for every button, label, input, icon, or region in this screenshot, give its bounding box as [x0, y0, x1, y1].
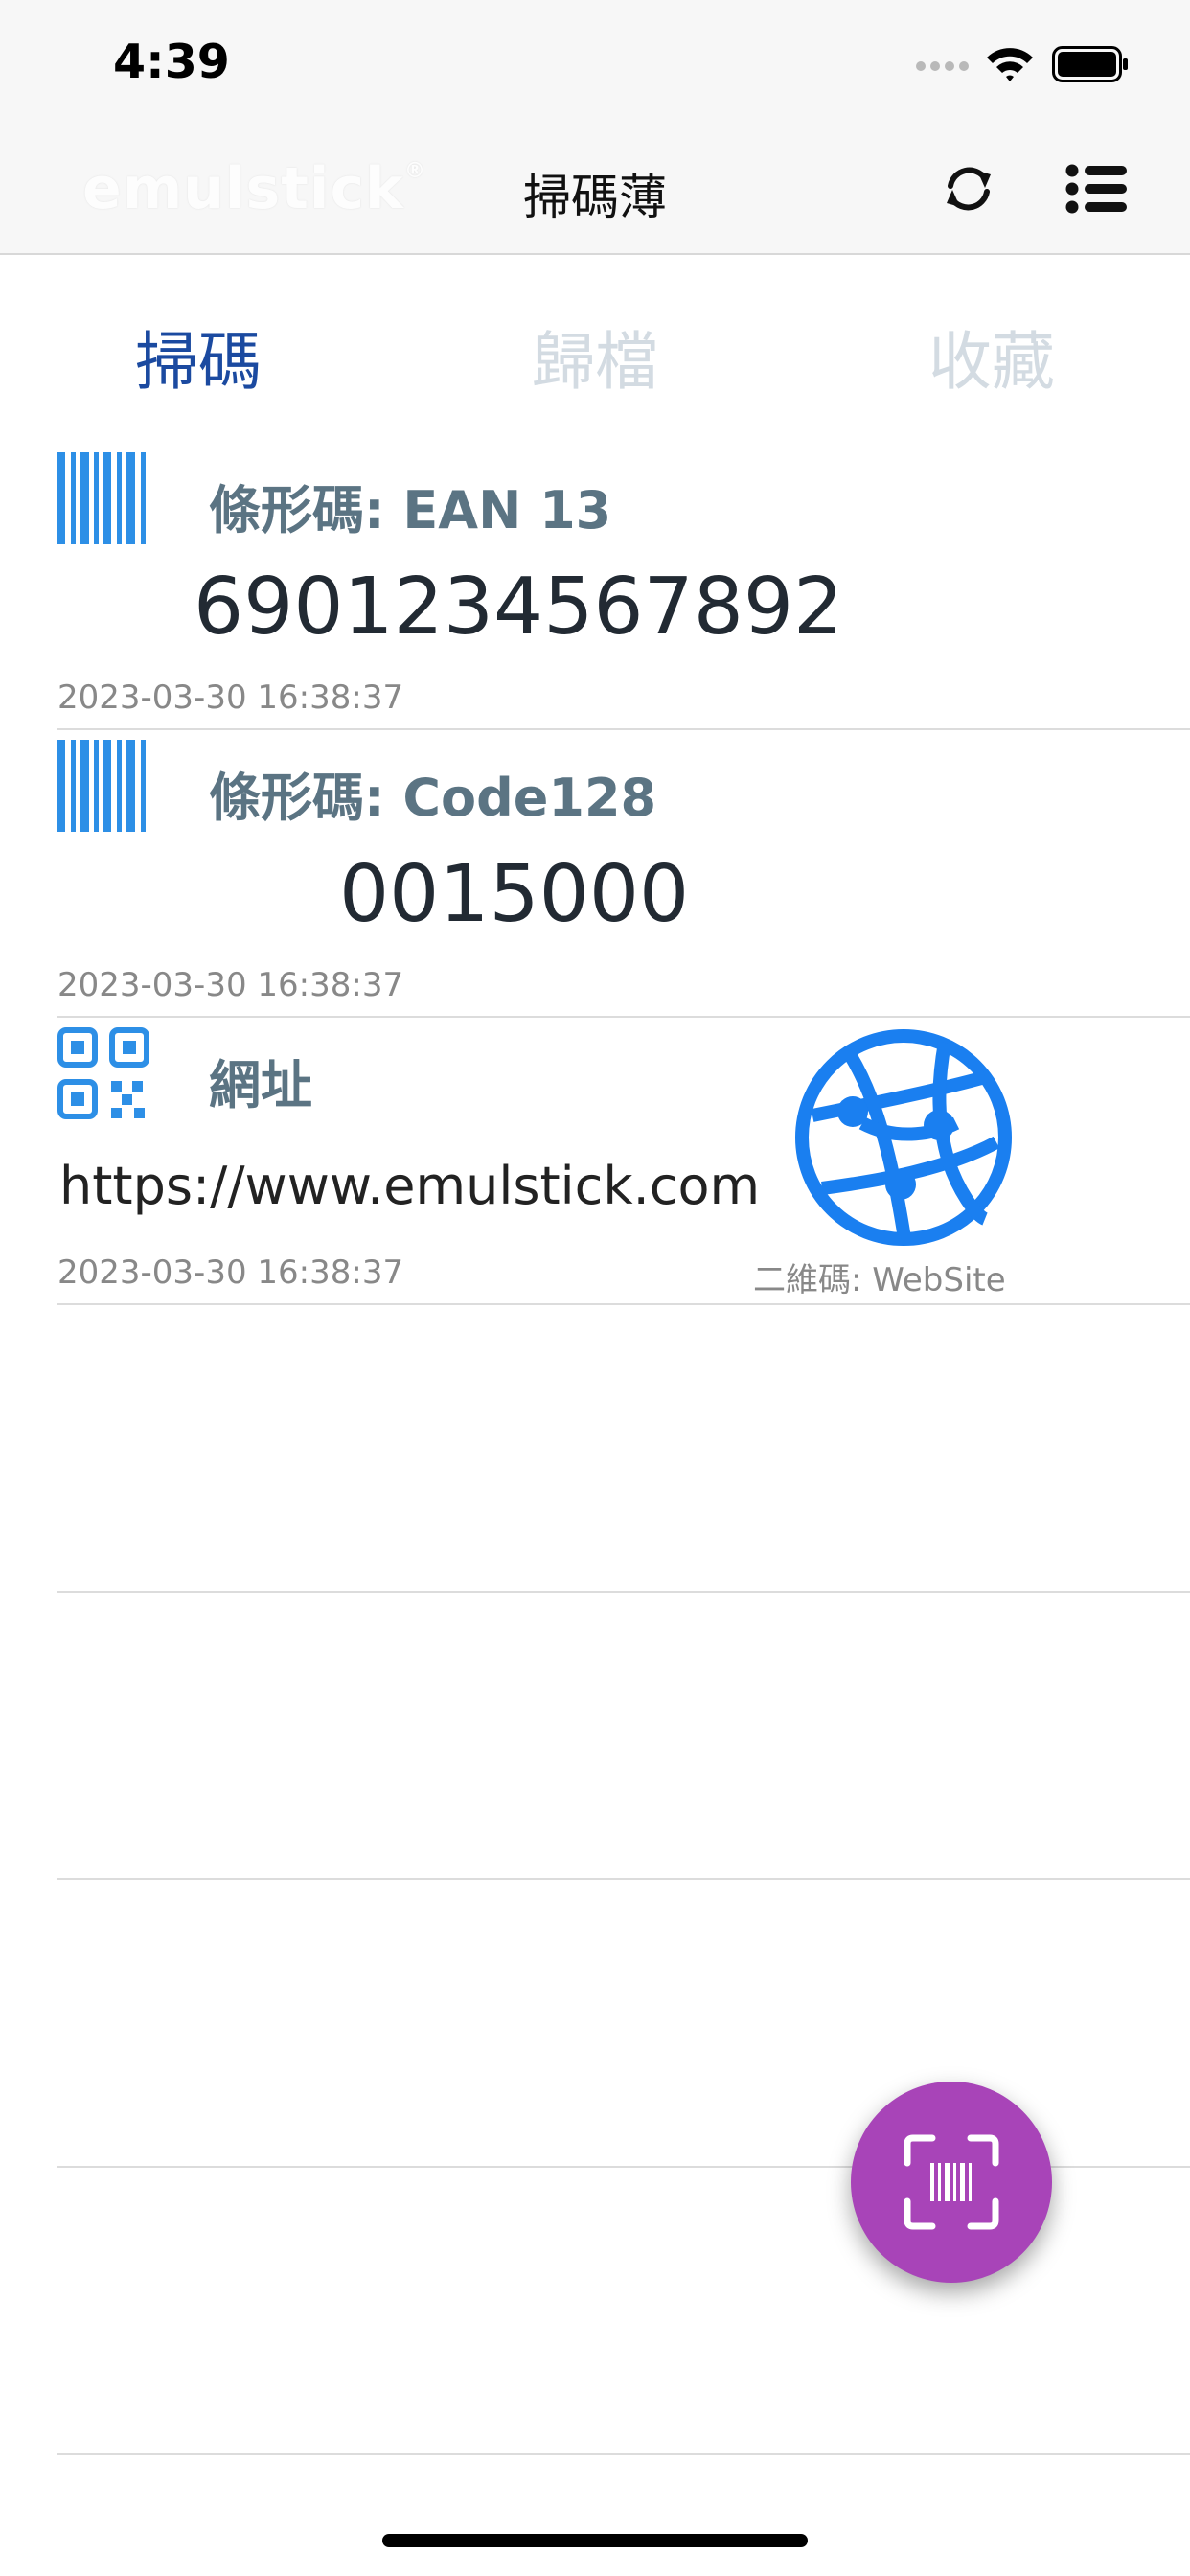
- scan-timestamp: 2023-03-30 16:38:37: [57, 1254, 404, 1292]
- scan-timestamp: 2023-03-30 16:38:37: [57, 678, 404, 717]
- scan-button[interactable]: [851, 2082, 1052, 2283]
- home-indicator: [382, 2534, 808, 2547]
- code-value[interactable]: https://www.emulstick.com: [59, 1156, 760, 1216]
- code-value: 6901234567892: [194, 562, 844, 653]
- code-type-label: 網址: [209, 1055, 312, 1116]
- status-time: 4:39: [113, 34, 230, 89]
- tab-scan[interactable]: 掃碼: [0, 310, 397, 402]
- list-item[interactable]: 條形碼: Code128 0015000 2023-03-30 16:38:37: [57, 730, 1190, 1018]
- navigation-bar: 4:39 emulstick® 掃碼薄: [0, 0, 1190, 255]
- qr-type-label: 二維碼: WebSite: [753, 1261, 1006, 1300]
- code-value: 0015000: [339, 849, 690, 940]
- scan-barcode-icon: [904, 2134, 999, 2230]
- code-type-label: 條形碼: Code128: [209, 768, 657, 828]
- qrcode-icon: [57, 1027, 149, 1119]
- code-type-label: 條形碼: EAN 13: [209, 480, 612, 540]
- tab-archive[interactable]: 歸檔: [397, 310, 793, 402]
- tab-favorites[interactable]: 收藏: [793, 310, 1190, 402]
- scan-timestamp: 2023-03-30 16:38:37: [57, 966, 404, 1004]
- segment-tabs: 掃碼 歸檔 收藏: [0, 288, 1190, 412]
- cellular-signal-icon: [916, 61, 969, 71]
- page-title: 掃碼薄: [523, 170, 667, 225]
- list-item[interactable]: 條形碼: EAN 13 6901234567892 2023-03-30 16:…: [57, 443, 1190, 730]
- list-item[interactable]: 網址 https://www.emulstick.com 2023-03-30 …: [57, 1018, 1190, 1305]
- empty-row: [57, 1593, 1190, 1880]
- battery-icon: [1052, 46, 1128, 82]
- wifi-icon: [987, 48, 1033, 81]
- globe-icon: [795, 1029, 1012, 1246]
- empty-row: [57, 1305, 1190, 1593]
- refresh-icon[interactable]: [939, 159, 998, 218]
- barcode-icon: [57, 740, 146, 832]
- barcode-icon: [57, 452, 146, 544]
- list-menu-icon[interactable]: [1065, 163, 1127, 215]
